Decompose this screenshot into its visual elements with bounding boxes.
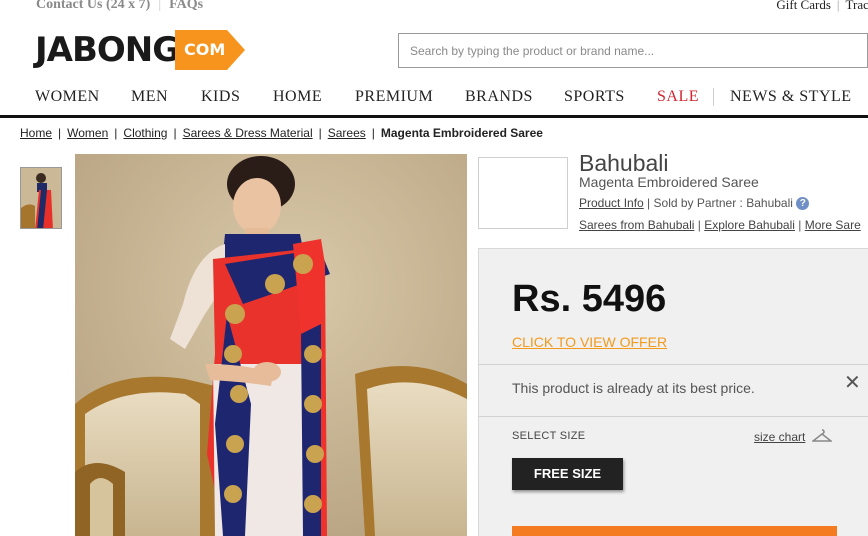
breadcrumb-current: Magenta Embroidered Saree [380,126,543,140]
breadcrumb-clothing[interactable]: Clothing [123,126,167,140]
divider: | [158,0,162,12]
nav-sports[interactable]: SPORTS [564,88,625,106]
nav-kids[interactable]: KIDS [201,88,240,106]
nav-men[interactable]: MEN [131,88,168,106]
top-left-links: Contact Us (24 x 7) | FAQs [36,0,203,13]
divider [478,416,868,417]
nav-news-style[interactable]: NEWS & STYLE [730,88,852,106]
more-sarees-link[interactable]: More Sare [805,218,861,232]
breadcrumb-separator: | [58,126,62,140]
product-info-link[interactable]: Product Info [579,196,644,210]
jabong-logo[interactable]: JABONG COM [35,30,247,70]
sold-by-text: Sold by Partner : Bahubali [653,196,793,210]
nav-women[interactable]: WOMEN [35,88,100,106]
logo-word: JABONG [35,30,180,70]
search-box [398,33,868,68]
breadcrumb-separator: | [371,126,375,140]
product-main-image[interactable] [75,154,467,536]
breadcrumb-women[interactable]: Women [67,126,108,140]
size-chart-link[interactable]: size chart [754,430,805,444]
add-to-bag-button[interactable] [512,526,837,536]
hanger-icon [810,429,834,443]
brand-links: Sarees from Bahubali | Explore Bahubali … [579,218,861,232]
best-price-note: This product is already at its best pric… [512,380,755,396]
nav-premium[interactable]: PREMIUM [355,88,433,106]
top-utility-bar: Contact Us (24 x 7) | FAQs Gift Cards | Trac… [0,0,868,18]
breadcrumb-separator: | [114,126,118,140]
product-name: Magenta Embroidered Saree [579,174,759,190]
view-offer-link[interactable]: CLICK TO VIEW OFFER [512,334,667,350]
logo-com-badge: COM [175,30,245,70]
explore-brand-link[interactable]: Explore Bahubali [704,218,795,232]
divider: | [836,0,840,12]
breadcrumb-separator: | [173,126,177,140]
product-thumbnail[interactable] [20,167,62,229]
size-free-size-button[interactable]: FREE SIZE [512,458,623,490]
select-size-label: SELECT SIZE [512,430,586,442]
nav-brands[interactable]: BRANDS [465,88,533,106]
track-order-link[interactable]: Track O [846,0,868,12]
close-icon[interactable]: ✕ [844,373,861,393]
product-meta: Product Info | Sold by Partner : Bahubal… [579,196,810,210]
sarees-from-brand-link[interactable]: Sarees from Bahubali [579,218,694,232]
breadcrumb-separator: | [318,126,322,140]
search-input[interactable] [399,34,867,67]
main-nav: WOMEN MEN KIDS HOME PREMIUM BRANDS SPORT… [0,82,868,118]
breadcrumb: Home | Women | Clothing | Sarees & Dress Mater… [20,126,543,140]
brand-name: Bahubali [579,150,669,176]
logo-suffix: COM [184,40,226,59]
breadcrumb-sarees-dress[interactable]: Sarees & Dress Material [183,126,313,140]
help-icon[interactable]: ? [796,197,810,210]
product-price: Rs. 5496 [512,278,667,320]
top-right-links: Gift Cards | Track O [776,0,868,13]
nav-home[interactable]: HOME [273,88,322,106]
contact-us-link[interactable]: Contact Us (24 x 7) [36,0,150,12]
breadcrumb-sarees[interactable]: Sarees [328,126,366,140]
faqs-link[interactable]: FAQs [169,0,203,12]
divider [478,364,868,365]
nav-sale[interactable]: SALE [657,88,699,106]
nav-divider [713,88,714,106]
breadcrumb-home[interactable]: Home [20,126,52,140]
brand-logo-box[interactable] [478,157,568,229]
gift-cards-link[interactable]: Gift Cards [776,0,831,12]
